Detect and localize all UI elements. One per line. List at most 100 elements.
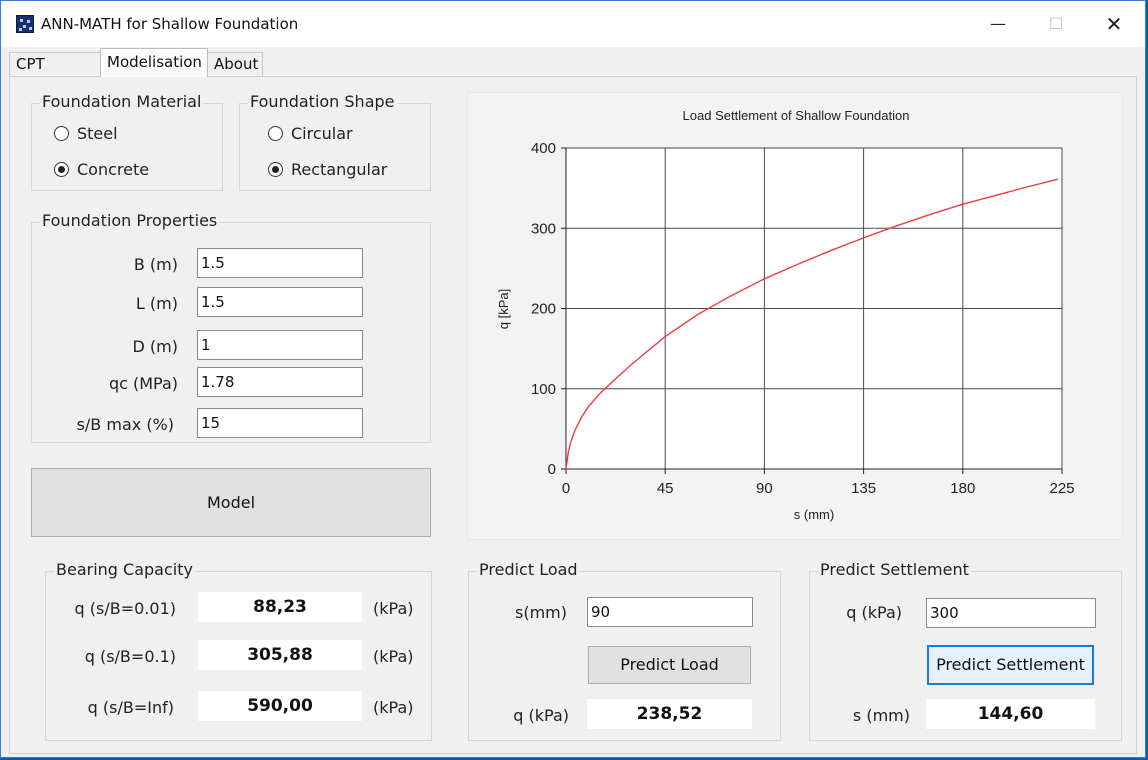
- y-tick-label: 400: [531, 140, 556, 157]
- bearing-q01-label: q (s/B=0.1): [84, 647, 176, 666]
- radio-circle-icon: [54, 126, 69, 141]
- bearing-capacity-legend: Bearing Capacity: [54, 560, 195, 579]
- close-button[interactable]: ✕: [1091, 9, 1137, 39]
- predict-load-group: Predict Load s(mm) 90 Predict Load q (kP…: [468, 560, 781, 741]
- bearing-qinf-label: q (s/B=Inf): [87, 698, 174, 717]
- predict-load-output-label: q (kPa): [513, 706, 569, 725]
- field-sb-max-label: s/B max (%): [76, 415, 174, 434]
- bearing-q01-value: 305,88: [198, 640, 362, 670]
- bearing-qinf-value: 590,00: [198, 691, 362, 721]
- predict-load-input[interactable]: 90: [587, 597, 753, 627]
- radio-circular[interactable]: Circular: [268, 124, 353, 143]
- curve-point: [631, 363, 633, 365]
- chart-title: Load Settlement of Shallow Foundation: [683, 108, 910, 123]
- y-axis-title: q [kPa]: [496, 289, 511, 329]
- bearing-qinf-unit: (kPa): [373, 698, 414, 717]
- predict-settlement-input-label: q (kPa): [846, 603, 902, 622]
- predict-settlement-input[interactable]: 300: [926, 598, 1096, 628]
- predict-settlement-group: Predict Settlement q (kPa) 300 Predict S…: [809, 560, 1122, 741]
- curve-point: [569, 442, 572, 444]
- curve-point: [697, 313, 699, 315]
- curve-point: [730, 295, 732, 297]
- tab-modelisation[interactable]: Modelisation: [100, 48, 208, 77]
- y-tick-label: 200: [531, 301, 556, 318]
- predict-settlement-output-label: s (mm): [852, 706, 910, 725]
- radio-rectangular[interactable]: Rectangular: [268, 160, 387, 179]
- radio-selected-icon: [268, 162, 283, 177]
- field-d-input[interactable]: 1: [197, 330, 363, 360]
- bearing-q01-unit: (kPa): [373, 647, 414, 666]
- radio-rectangular-label: Rectangular: [291, 160, 388, 179]
- curve-point: [1056, 178, 1059, 180]
- x-tick-label: 135: [851, 480, 876, 497]
- curve-point: [863, 237, 865, 239]
- radio-circle-icon: [268, 126, 283, 141]
- curve-point: [565, 468, 567, 470]
- curve-point: [1028, 185, 1030, 188]
- curve-point: [587, 406, 589, 408]
- bearing-q001-unit: (kPa): [373, 599, 414, 618]
- curve-point: [763, 278, 765, 280]
- curve-point: [580, 417, 583, 419]
- radio-selected-icon: [54, 162, 69, 177]
- curve-point: [598, 393, 600, 395]
- tab-about[interactable]: About: [207, 52, 263, 76]
- predict-settlement-output-value: 144,60: [926, 699, 1095, 729]
- minimize-button[interactable]: —: [975, 9, 1021, 39]
- curve-point: [796, 263, 799, 265]
- field-b-label: B (m): [133, 255, 178, 274]
- predict-load-input-label: s(mm): [515, 603, 567, 622]
- predict-settlement-button[interactable]: Predict Settlement: [927, 645, 1094, 685]
- maximize-button[interactable]: ☐: [1033, 9, 1079, 39]
- predict-load-button[interactable]: Predict Load: [588, 646, 751, 684]
- window-title: ANN-MATH for Shallow Foundation: [41, 15, 299, 33]
- field-qc-label: qc (MPa): [108, 374, 178, 393]
- radio-circular-label: Circular: [291, 124, 353, 143]
- foundation-properties-group: Foundation Properties B (m) 1.5 L (m) 1.…: [31, 211, 431, 443]
- x-tick-label: 45: [657, 480, 674, 497]
- foundation-shape-group: Foundation Shape Circular Rectangular: [239, 92, 431, 191]
- curve-point: [829, 250, 832, 252]
- y-tick-label: 0: [548, 461, 556, 478]
- foundation-material-group: Foundation Material Steel Concrete: [31, 92, 223, 191]
- title-bar: ANN-MATH for Shallow Foundation — ☐ ✕: [1, 1, 1145, 47]
- model-button[interactable]: Model: [31, 468, 431, 537]
- predict-load-output-value: 238,52: [587, 699, 752, 729]
- curve-point: [574, 429, 576, 432]
- predict-settlement-legend: Predict Settlement: [818, 560, 971, 579]
- field-qc-input[interactable]: 1.78: [197, 367, 363, 397]
- curve-point: [929, 214, 931, 216]
- radio-steel-label: Steel: [77, 124, 118, 143]
- foundation-properties-legend: Foundation Properties: [40, 211, 220, 230]
- x-tick-label: 180: [950, 480, 975, 497]
- field-l-input[interactable]: 1.5: [197, 287, 363, 317]
- app-window: ANN-MATH for Shallow Foundation — ☐ ✕ CP…: [0, 0, 1146, 758]
- curve-point: [995, 194, 997, 196]
- field-sb-max-input[interactable]: 15: [197, 408, 363, 438]
- curve-point: [962, 203, 964, 205]
- load-settlement-chart: 0 45 90 135 180 225 0 100 200 300 400 Load Settleme…: [496, 108, 1075, 522]
- x-axis-title: s (mm): [794, 507, 834, 522]
- x-tick-label: 90: [756, 480, 773, 497]
- app-icon: [16, 15, 34, 33]
- curve-point: [896, 225, 898, 227]
- x-tick-label: 225: [1049, 480, 1074, 497]
- bearing-q001-label: q (s/B=0.01): [74, 599, 176, 618]
- curve-point: [567, 452, 569, 454]
- chart-panel: 0 45 90 135 180 225 0 100 200 300 400 Load Settleme…: [467, 92, 1123, 540]
- radio-concrete-label: Concrete: [77, 160, 150, 179]
- tab-cpt-profile[interactable]: CPT Profile: [9, 52, 101, 95]
- field-l-label: L (m): [135, 294, 178, 313]
- radio-steel[interactable]: Steel: [54, 124, 118, 143]
- field-d-label: D (m): [132, 337, 178, 356]
- curve-point: [664, 335, 666, 338]
- radio-concrete[interactable]: Concrete: [54, 160, 149, 179]
- foundation-shape-legend: Foundation Shape: [248, 92, 397, 111]
- field-b-input[interactable]: 1.5: [197, 248, 363, 278]
- x-tick-label: 0: [562, 480, 570, 497]
- curve-point: [609, 383, 611, 385]
- y-tick-label: 300: [531, 220, 556, 237]
- predict-load-legend: Predict Load: [477, 560, 580, 579]
- bearing-capacity-group: Bearing Capacity q (s/B=0.01) 88,23 (kPa…: [45, 560, 432, 741]
- bearing-q001-value: 88,23: [198, 592, 362, 622]
